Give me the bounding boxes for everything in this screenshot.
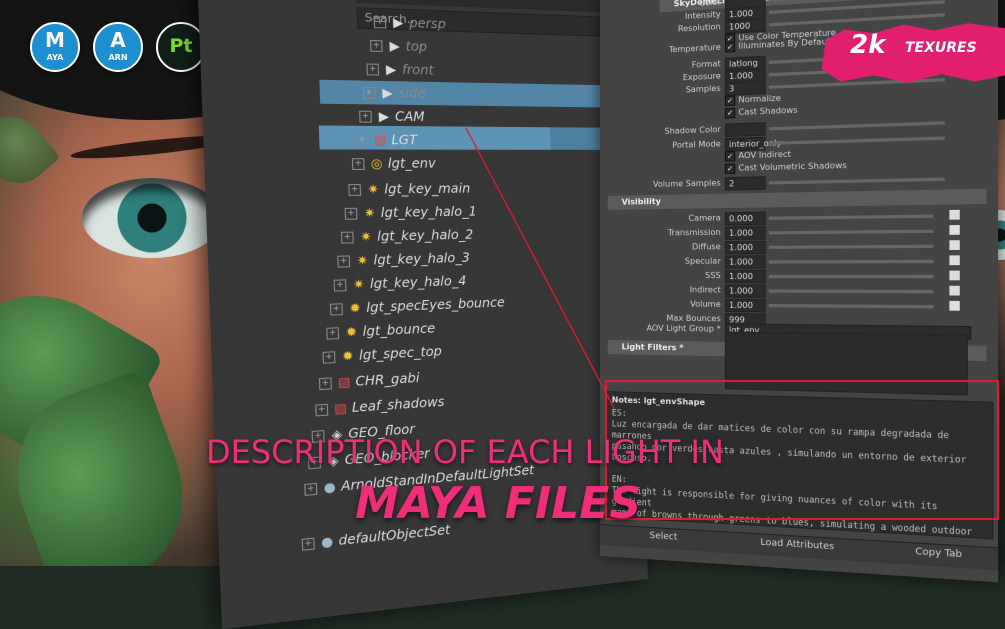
texture-resolution-value: 2k bbox=[850, 30, 886, 60]
subheadline: MAYA FILES bbox=[355, 478, 642, 529]
texture-resolution-badge: 2k TEXURES bbox=[818, 22, 1005, 84]
texture-label: TEXURES bbox=[905, 40, 977, 56]
headline: DESCRIPTION OF EACH LIGHT IN bbox=[206, 433, 724, 471]
